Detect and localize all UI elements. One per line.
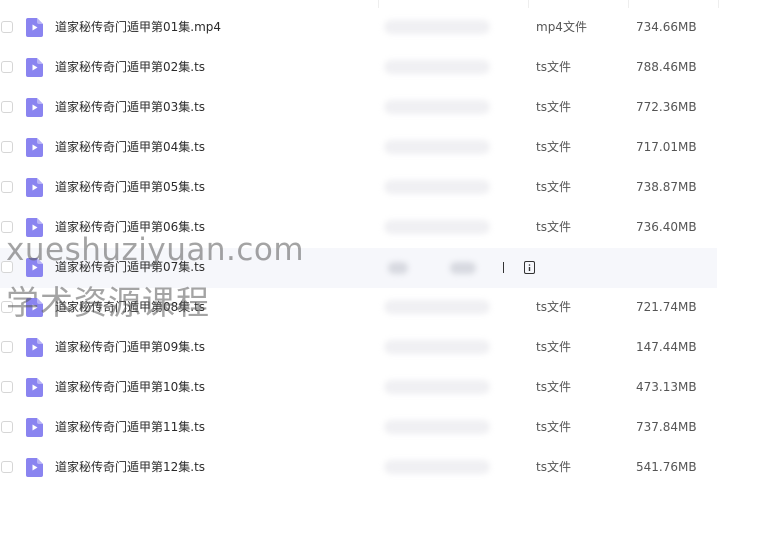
file-row[interactable]: 道家秘传奇门遁甲第04集.ts ts文件 717.01MB: [0, 128, 760, 168]
video-file-icon: [26, 58, 43, 77]
file-row[interactable]: 道家秘传奇门遁甲第08集.ts ts文件 721.74MB: [0, 288, 760, 328]
row-checkbox[interactable]: [1, 341, 13, 353]
file-name[interactable]: 道家秘传奇门遁甲第04集.ts: [55, 139, 205, 155]
modified-date-blurred: [384, 60, 490, 74]
share-action-icon[interactable]: [388, 262, 408, 274]
file-name[interactable]: 道家秘传奇门遁甲第06集.ts: [55, 219, 205, 235]
file-size: 737.84MB: [636, 420, 697, 434]
file-size: 473.13MB: [636, 380, 697, 394]
file-row[interactable]: 道家秘传奇门遁甲第03集.ts ts文件 772.36MB: [0, 88, 760, 128]
column-divider: [378, 0, 379, 8]
modified-date-blurred: [384, 140, 490, 154]
row-checkbox[interactable]: [1, 221, 13, 233]
file-size: 738.87MB: [636, 180, 697, 194]
video-file-icon: [26, 338, 43, 357]
file-type: ts文件: [536, 60, 571, 74]
file-name[interactable]: 道家秘传奇门遁甲第10集.ts: [55, 379, 205, 395]
row-checkbox[interactable]: [1, 181, 13, 193]
file-name[interactable]: 道家秘传奇门遁甲第07集.ts: [55, 259, 205, 275]
file-row[interactable]: 道家秘传奇门遁甲第09集.ts ts文件 147.44MB: [0, 328, 760, 368]
video-file-icon: [26, 138, 43, 157]
file-row[interactable]: 道家秘传奇门遁甲第01集.mp4 mp4文件 734.66MB: [0, 8, 760, 48]
file-size: 788.46MB: [636, 60, 697, 74]
modified-date-blurred: [384, 460, 490, 474]
file-size: 541.76MB: [636, 460, 697, 474]
file-type: ts文件: [536, 340, 571, 354]
file-type: ts文件: [536, 460, 571, 474]
video-file-icon: [26, 458, 43, 477]
file-type: ts文件: [536, 180, 571, 194]
file-name[interactable]: 道家秘传奇门遁甲第12集.ts: [55, 459, 205, 475]
row-actions[interactable]: [384, 258, 494, 278]
row-checkbox[interactable]: [1, 101, 13, 113]
file-size: 736.40MB: [636, 220, 697, 234]
file-type: mp4文件: [536, 20, 587, 34]
file-row[interactable]: 道家秘传奇门遁甲第07集.ts: [0, 248, 717, 288]
file-browser: 道家秘传奇门遁甲第01集.mp4 mp4文件 734.66MB 道家秘传奇门遁甲第02…: [0, 0, 760, 549]
video-file-icon: [26, 218, 43, 237]
file-size: 147.44MB: [636, 340, 697, 354]
row-checkbox[interactable]: [1, 461, 13, 473]
video-file-icon: [26, 18, 43, 37]
row-checkbox[interactable]: [1, 421, 13, 433]
file-type: ts文件: [536, 420, 571, 434]
video-file-icon: [26, 298, 43, 317]
file-name[interactable]: 道家秘传奇门遁甲第03集.ts: [55, 99, 205, 115]
video-file-icon: [26, 418, 43, 437]
column-divider: [528, 0, 529, 8]
modified-date-blurred: [384, 420, 490, 434]
video-file-icon: [26, 178, 43, 197]
row-checkbox[interactable]: [1, 261, 13, 273]
video-file-icon: [26, 378, 43, 397]
row-checkbox[interactable]: [1, 21, 13, 33]
row-checkbox[interactable]: [1, 381, 13, 393]
file-row[interactable]: 道家秘传奇门遁甲第05集.ts ts文件 738.87MB: [0, 168, 760, 208]
row-checkbox[interactable]: [1, 301, 13, 313]
file-type: ts文件: [536, 100, 571, 114]
modified-date-blurred: [384, 100, 490, 114]
file-name[interactable]: 道家秘传奇门遁甲第08集.ts: [55, 299, 205, 315]
file-row[interactable]: 道家秘传奇门遁甲第02集.ts ts文件 788.46MB: [0, 48, 760, 88]
video-file-icon: [26, 98, 43, 117]
row-checkbox[interactable]: [1, 141, 13, 153]
file-name[interactable]: 道家秘传奇门遁甲第11集.ts: [55, 419, 205, 435]
file-size: 734.66MB: [636, 20, 697, 34]
video-file-icon: [26, 258, 43, 277]
file-name[interactable]: 道家秘传奇门遁甲第01集.mp4: [55, 19, 221, 35]
file-size: 772.36MB: [636, 100, 697, 114]
row-checkbox[interactable]: [1, 61, 13, 73]
file-list: 道家秘传奇门遁甲第01集.mp4 mp4文件 734.66MB 道家秘传奇门遁甲第02…: [0, 8, 760, 488]
column-divider: [718, 0, 719, 8]
modified-date-blurred: [384, 180, 490, 194]
text-cursor: [503, 262, 504, 273]
column-divider: [628, 0, 629, 8]
more-actions-icon[interactable]: [524, 261, 535, 274]
file-type: ts文件: [536, 380, 571, 394]
modified-date-blurred: [384, 380, 490, 394]
file-size: 717.01MB: [636, 140, 697, 154]
file-name[interactable]: 道家秘传奇门遁甲第02集.ts: [55, 59, 205, 75]
file-row[interactable]: 道家秘传奇门遁甲第10集.ts ts文件 473.13MB: [0, 368, 760, 408]
file-size: 721.74MB: [636, 300, 697, 314]
file-row[interactable]: 道家秘传奇门遁甲第06集.ts ts文件 736.40MB: [0, 208, 760, 248]
file-row[interactable]: 道家秘传奇门遁甲第11集.ts ts文件 737.84MB: [0, 408, 760, 448]
file-name[interactable]: 道家秘传奇门遁甲第09集.ts: [55, 339, 205, 355]
modified-date-blurred: [384, 20, 490, 34]
file-type: ts文件: [536, 220, 571, 234]
download-action-icon[interactable]: [450, 262, 476, 274]
file-name[interactable]: 道家秘传奇门遁甲第05集.ts: [55, 179, 205, 195]
file-type: ts文件: [536, 300, 571, 314]
file-type: ts文件: [536, 140, 571, 154]
modified-date-blurred: [384, 220, 490, 234]
file-row[interactable]: 道家秘传奇门遁甲第12集.ts ts文件 541.76MB: [0, 448, 760, 488]
modified-date-blurred: [384, 300, 490, 314]
modified-date-blurred: [384, 340, 490, 354]
